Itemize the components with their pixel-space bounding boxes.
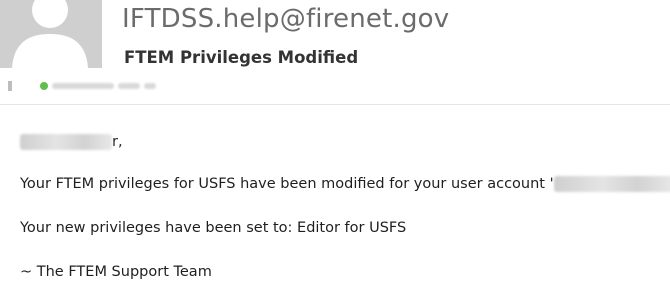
avatar-silhouette-icon [0, 0, 102, 68]
privileges-modified-text: Your FTEM privileges for USFS have been … [20, 176, 554, 192]
recipient-redacted [144, 83, 156, 89]
sender-avatar[interactable] [0, 0, 102, 68]
greeting-suffix: r, [112, 134, 123, 150]
email-subject: FTEM Privileges Modified [124, 48, 359, 67]
recipient-line [8, 80, 208, 92]
message-header: IFTDSS.help@firenet.gov FTEM Privileges … [0, 0, 670, 104]
new-privileges-line: Your new privileges have been set to: Ed… [20, 220, 407, 236]
redacted-recipient-name [20, 134, 112, 150]
sender-address[interactable]: IFTDSS.help@firenet.gov [122, 4, 449, 34]
recipient-redacted [118, 83, 140, 89]
recipient-redacted [52, 83, 114, 89]
presence-dot-icon [40, 82, 48, 90]
greeting-line: r, [20, 134, 123, 150]
privileges-modified-line: Your FTEM privileges for USFS have been … [20, 176, 670, 192]
redacted-account-name [553, 176, 670, 192]
signature-line: ~ The FTEM Support Team [20, 264, 212, 280]
header-divider [0, 104, 670, 105]
recipient-prefix-mark [8, 81, 12, 91]
